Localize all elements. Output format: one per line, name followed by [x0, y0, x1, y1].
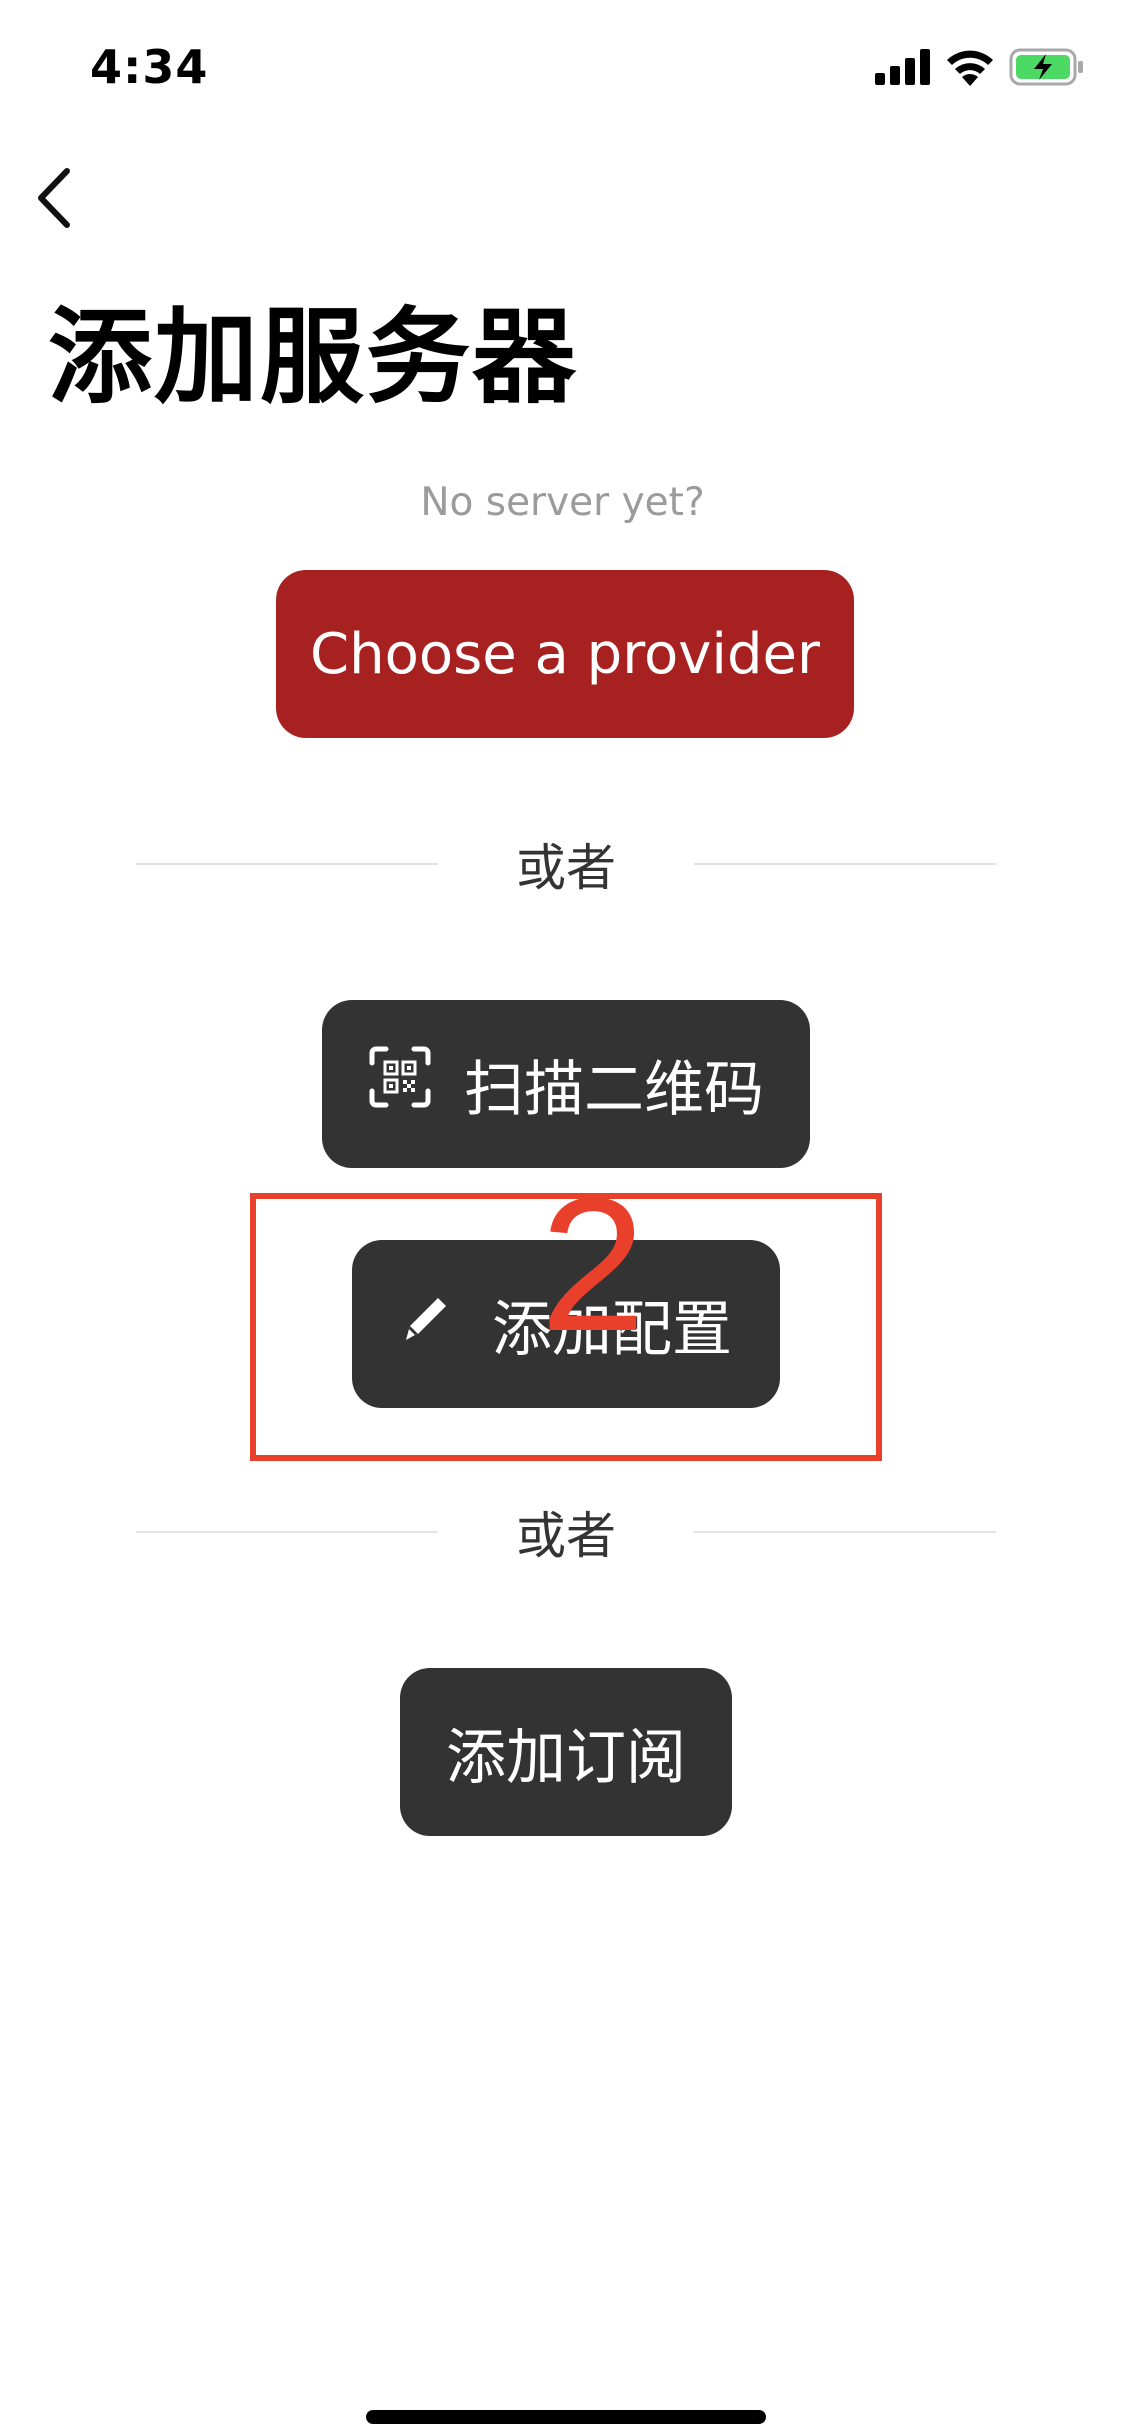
scan-qr-code-label: 扫描二维码: [464, 1054, 764, 1125]
divider-label: 或者: [516, 839, 616, 897]
or-divider-2: 或者: [136, 1502, 996, 1565]
add-config-button[interactable]: 添加配置: [352, 1240, 780, 1408]
add-subscription-button[interactable]: 添加订阅: [400, 1668, 732, 1836]
no-server-hint: No server yet?: [420, 480, 705, 525]
page-title: 添加服务器: [48, 296, 579, 418]
divider-line: [694, 1531, 996, 1533]
cellular-signal-icon: [875, 49, 931, 89]
wifi-icon: [945, 48, 995, 90]
divider-line: [136, 1531, 438, 1533]
status-icons: [875, 48, 1085, 90]
or-divider-1: 或者: [136, 834, 996, 897]
scan-qr-code-button[interactable]: 扫描二维码: [322, 1000, 810, 1168]
qr-scan-icon: [368, 1045, 432, 1124]
divider-line: [694, 863, 996, 865]
choose-provider-button[interactable]: Choose a provider: [276, 570, 854, 738]
status-bar: 4:34: [0, 0, 1125, 140]
divider-line: [136, 863, 438, 865]
home-indicator[interactable]: [366, 2410, 766, 2424]
chevron-left-icon: [33, 167, 73, 233]
add-config-label: 添加配置: [492, 1294, 732, 1365]
status-time: 4:34: [90, 40, 209, 94]
battery-charging-icon: [1009, 48, 1085, 90]
pencil-icon: [400, 1289, 452, 1359]
divider-label: 或者: [516, 1507, 616, 1565]
back-button[interactable]: [18, 160, 88, 240]
